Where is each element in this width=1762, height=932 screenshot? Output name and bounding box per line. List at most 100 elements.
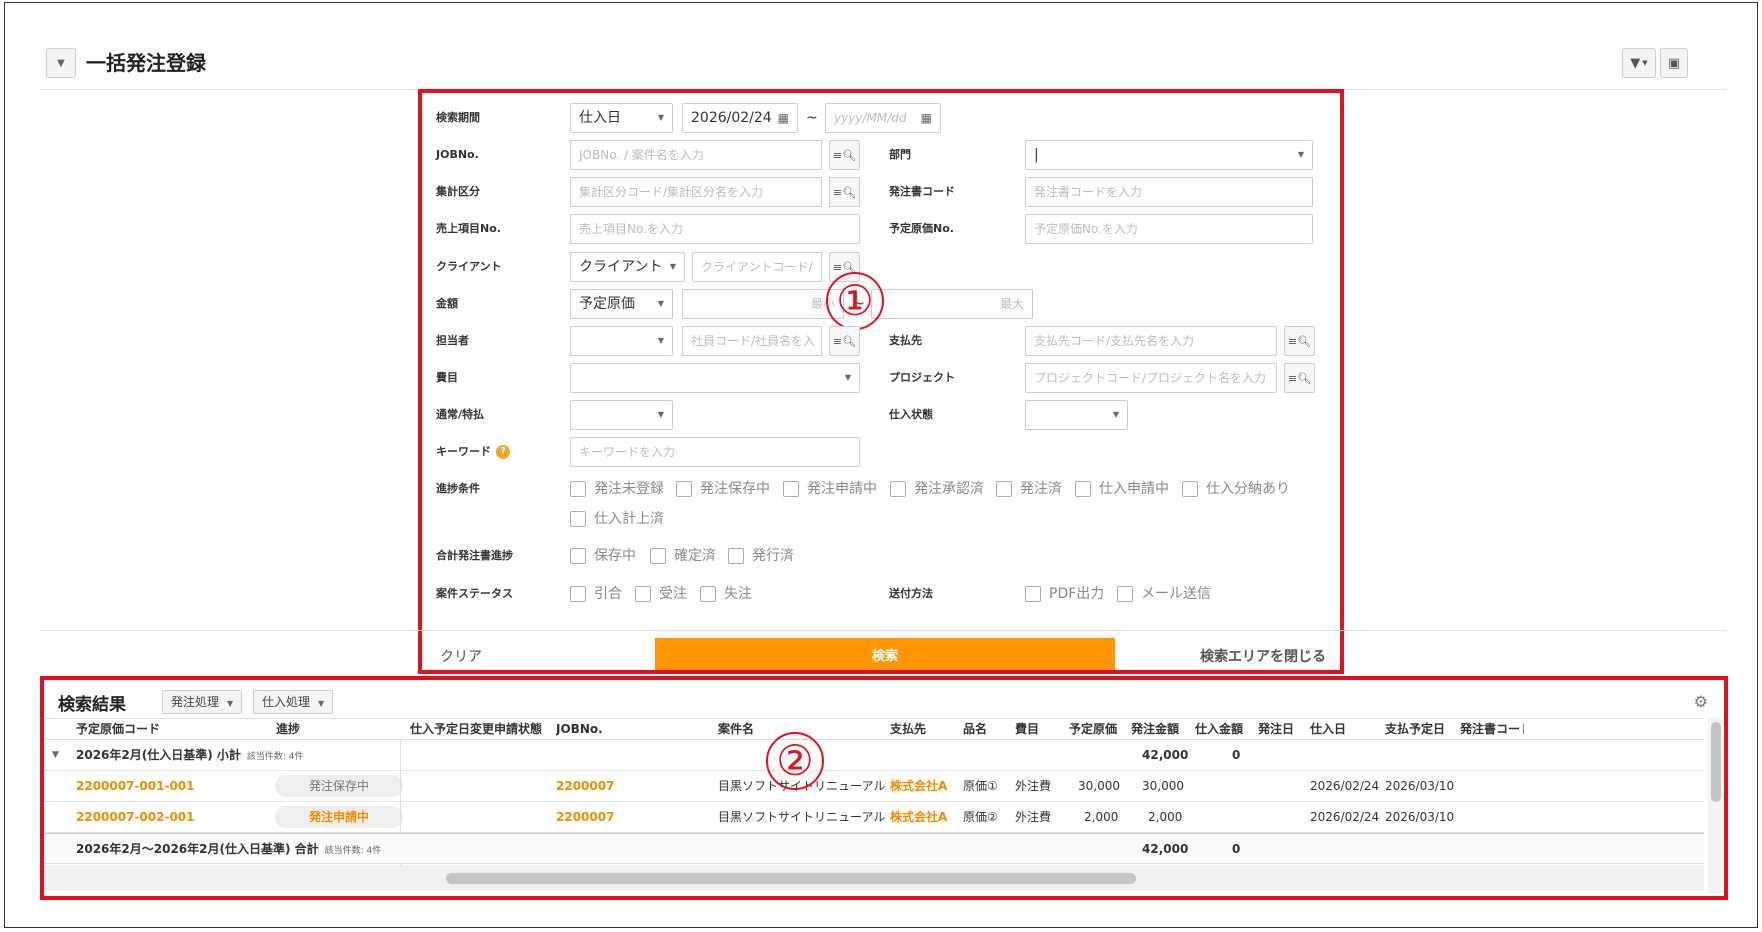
pay-date: 2026/03/10 bbox=[1385, 779, 1455, 793]
total-progress-checkbox[interactable]: 確定済 bbox=[650, 547, 716, 565]
normal-special-label: 通常/特払 bbox=[436, 408, 485, 421]
column-header[interactable]: 品名 bbox=[963, 719, 1005, 739]
progress-checkbox[interactable]: 発注保存中 bbox=[676, 480, 770, 498]
horizontal-scrollbar[interactable] bbox=[44, 865, 1704, 891]
progress-checkbox[interactable]: 発注承認済 bbox=[890, 480, 984, 498]
planned-cost-input[interactable]: 予定原価No.を入力 bbox=[1025, 214, 1313, 244]
column-header[interactable]: 発注日 bbox=[1258, 719, 1302, 739]
planned-cost-code-link[interactable]: 2200007-001-001 bbox=[76, 771, 195, 801]
column-header[interactable]: JOBNo. bbox=[556, 719, 706, 739]
results-title: 検索結果 bbox=[58, 695, 126, 715]
vendor-input[interactable]: 支払先コード/支払先名を入力 bbox=[1025, 326, 1277, 356]
progress-checkbox[interactable]: 仕入申請中 bbox=[1075, 480, 1169, 498]
case-status-checkbox[interactable]: 受注 bbox=[635, 585, 687, 603]
collapse-button[interactable]: ▼ bbox=[46, 48, 76, 78]
chevron-down-icon: ▼ bbox=[318, 699, 325, 708]
filter-button[interactable]: ▼ ▼ bbox=[1622, 48, 1656, 78]
column-header[interactable]: 予定原価コード bbox=[76, 719, 266, 739]
column-header[interactable]: 仕入金額 bbox=[1195, 719, 1249, 739]
help-icon[interactable]: ? bbox=[496, 445, 510, 459]
vendor-lookup-button[interactable]: ≡🔍︎ bbox=[1284, 326, 1315, 356]
case-status-label: 案件ステータス bbox=[436, 587, 513, 600]
send-method-checkbox[interactable]: メール送信 bbox=[1117, 585, 1211, 603]
amount-type-select[interactable]: 予定原価 ▼ bbox=[570, 289, 673, 319]
staff-select[interactable]: ▼ bbox=[570, 326, 673, 356]
planned-cost-code-link[interactable]: 2200007-002-001 bbox=[76, 802, 195, 832]
table-row[interactable]: 2200007-001-001 発注保存中 2200007 目黒ソフトサイトリニ… bbox=[44, 771, 1704, 802]
horizontal-scroll-thumb[interactable] bbox=[446, 873, 1136, 884]
column-header[interactable]: 予定原価 bbox=[1069, 719, 1123, 739]
column-header[interactable]: 発注書コード bbox=[1460, 719, 1524, 739]
total-progress-checkbox[interactable]: 発行済 bbox=[728, 547, 794, 565]
planned-cost: 2,000 bbox=[1084, 810, 1119, 824]
jobno-link[interactable]: 2200007 bbox=[556, 771, 614, 801]
subtotal-row[interactable]: ▼ 2026年2月(仕入日基準) 小計 該当件数: 4件 42,000 0 bbox=[44, 740, 1704, 771]
send-method-checkbox[interactable]: PDF出力 bbox=[1025, 585, 1104, 603]
vertical-scroll-thumb[interactable] bbox=[1711, 722, 1721, 802]
agg-input[interactable]: 集計区分コード/集計区分名を入力 bbox=[570, 177, 822, 207]
search-button[interactable]: 検索 bbox=[655, 638, 1115, 670]
date-to-input[interactable]: yyyy/MM/dd ▦ bbox=[825, 103, 941, 133]
column-header[interactable]: 支払予定日 bbox=[1385, 719, 1455, 739]
client-input[interactable]: クライアントコード/ bbox=[692, 252, 822, 282]
column-header[interactable]: 進捗 bbox=[276, 719, 396, 739]
sales-item-label: 売上項目No. bbox=[436, 222, 501, 235]
progress-checkbox[interactable]: 発注申請中 bbox=[783, 480, 877, 498]
purchase-state-label: 仕入状態 bbox=[889, 408, 933, 421]
progress-checkbox[interactable]: 発注済 bbox=[996, 480, 1062, 498]
column-header[interactable]: 仕入予定日変更申請状態 bbox=[410, 719, 550, 739]
staff-lookup-button[interactable]: ≡🔍︎ bbox=[829, 326, 860, 356]
dept-select[interactable]: | ▼ bbox=[1025, 140, 1313, 170]
progress-checkbox[interactable]: 仕入分納あり bbox=[1182, 480, 1290, 498]
column-header[interactable]: 仕入日 bbox=[1310, 719, 1378, 739]
po-code-input[interactable]: 発注書コードを入力 bbox=[1025, 177, 1313, 207]
case-status-checkbox[interactable]: 失注 bbox=[700, 585, 752, 603]
project-input[interactable]: プロジェクトコード/プロジェクト名を入力 bbox=[1025, 363, 1277, 393]
normal-special-select[interactable]: ▼ bbox=[570, 400, 673, 430]
search-list-icon: ≡🔍︎ bbox=[1287, 334, 1312, 348]
chevron-down-icon: ▼ bbox=[1297, 150, 1304, 159]
add-folder-button[interactable]: ▣ bbox=[1660, 48, 1688, 78]
period-type-select[interactable]: 仕入日 ▼ bbox=[570, 103, 673, 133]
date-from-input[interactable]: 2026/02/24 ▦ bbox=[682, 103, 798, 133]
column-header[interactable]: 費目 bbox=[1015, 719, 1059, 739]
staff-label: 担当者 bbox=[436, 334, 469, 347]
pay-date: 2026/03/10 bbox=[1385, 810, 1455, 824]
annotation-marker-1: ① bbox=[826, 272, 884, 330]
staff-input[interactable]: 社員コード/社員名を入 bbox=[682, 326, 822, 356]
amount-max-input[interactable]: 最大 bbox=[871, 289, 1033, 319]
order-process-dropdown[interactable]: 発注処理 ▼ bbox=[162, 690, 243, 714]
jobno-link[interactable]: 2200007 bbox=[556, 802, 614, 832]
case-status-checkbox[interactable]: 引合 bbox=[570, 585, 622, 603]
purchase-state-select[interactable]: ▼ bbox=[1025, 400, 1128, 430]
keyword-input[interactable]: キーワードを入力 bbox=[570, 437, 860, 467]
purchase-date: 2026/02/24 bbox=[1310, 810, 1380, 824]
total-progress-checkbox[interactable]: 保存中 bbox=[570, 547, 636, 565]
gear-icon[interactable]: ⚙ bbox=[1694, 692, 1708, 711]
column-header[interactable]: 発注金額 bbox=[1131, 719, 1185, 739]
amount-label: 金額 bbox=[436, 297, 458, 310]
table-row[interactable]: 2200007-002-001 発注申請中 2200007 目黒ソフトサイトリニ… bbox=[44, 802, 1704, 833]
jobno-lookup-button[interactable]: ≡🔍︎ bbox=[829, 140, 860, 170]
purchase-process-dropdown[interactable]: 仕入処理 ▼ bbox=[253, 690, 334, 714]
column-header[interactable]: 支払先 bbox=[890, 719, 952, 739]
jobno-input[interactable]: JOBNo. / 案件名を入力 bbox=[570, 140, 822, 170]
vendor-link[interactable]: 株式会社A bbox=[890, 771, 947, 801]
close-search-area-button[interactable]: 検索エリアを閉じる bbox=[1200, 642, 1326, 672]
range-tilde: ~ bbox=[806, 110, 818, 126]
client-type-select[interactable]: クライアント ▼ bbox=[570, 252, 685, 282]
vertical-scrollbar[interactable] bbox=[1708, 718, 1724, 893]
progress-label: 進捗条件 bbox=[436, 482, 480, 495]
agg-lookup-button[interactable]: ≡🔍︎ bbox=[829, 177, 860, 207]
caret-down-icon[interactable]: ▼ bbox=[52, 740, 59, 770]
expense-select[interactable]: ▼ bbox=[570, 363, 860, 393]
progress-checkbox[interactable]: 発注未登録 bbox=[570, 480, 664, 498]
vendor-link[interactable]: 株式会社A bbox=[890, 802, 947, 832]
progress-checkbox[interactable]: 仕入計上済 bbox=[570, 510, 664, 528]
project-lookup-button[interactable]: ≡🔍︎ bbox=[1284, 363, 1315, 393]
clear-button[interactable]: クリア bbox=[440, 642, 482, 672]
sales-item-input[interactable]: 売上項目No.を入力 bbox=[570, 214, 860, 244]
expense-name: 外注費 bbox=[1015, 779, 1052, 793]
amount-min-input[interactable]: 最小 bbox=[682, 289, 844, 319]
item-name: 原価② bbox=[963, 810, 998, 824]
